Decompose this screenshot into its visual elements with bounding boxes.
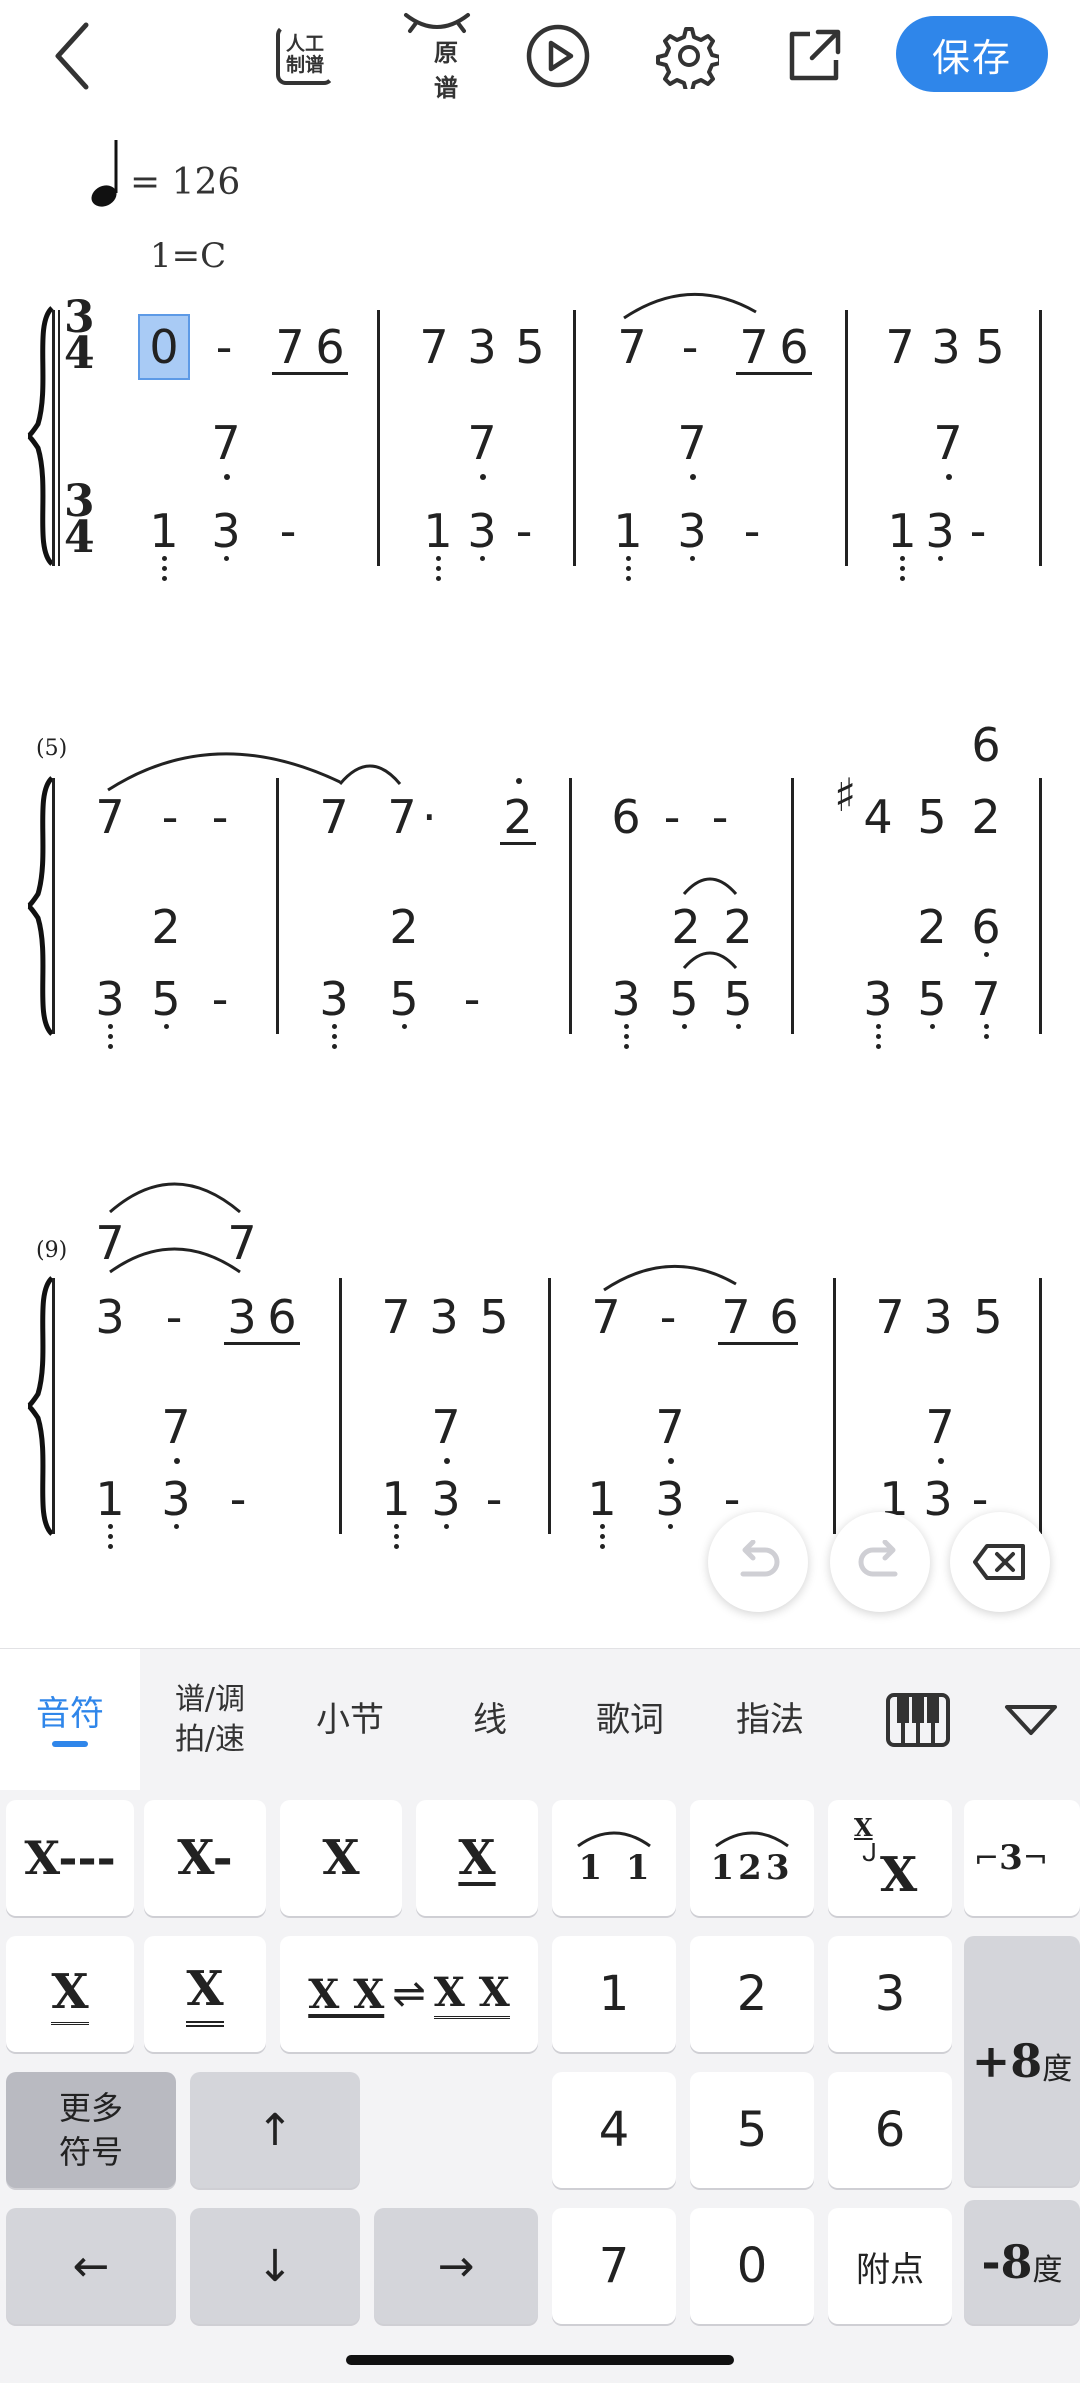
arrow-up-icon: ↑ (256, 2104, 294, 2156)
time-signature-bottom-staff: 34 (64, 476, 95, 563)
whole-note-key[interactable]: X--- (6, 1800, 134, 1916)
octave-up-key[interactable]: +8 度 (964, 1936, 1080, 2186)
original-score-button[interactable]: 原谱 (394, 13, 480, 102)
down-arrow-key[interactable]: ↓ (190, 2208, 360, 2324)
note-4-key[interactable]: 4 (552, 2072, 676, 2188)
note-6-key[interactable]: 6 (828, 2072, 952, 2188)
tab-score-key[interactable]: 谱/调 拍/速 (150, 1649, 270, 1791)
time-signature-top-staff: 34 (64, 292, 95, 379)
note-5-key[interactable]: 5 (690, 2072, 814, 2188)
home-indicator[interactable] (346, 2355, 734, 2365)
note-keyboard: X--- X- X X 1 1 123 X ᒍ X ⌐ 3 ¬ X X X X ⇌ … (0, 1790, 1080, 2383)
dot-key[interactable]: 附点 (828, 2208, 952, 2324)
redo-button[interactable] (830, 1512, 930, 1612)
triplet-key[interactable]: ⌐ 3 ¬ (964, 1800, 1080, 1916)
play-button[interactable] (520, 18, 596, 94)
more-symbols-key[interactable]: 更多 符号 (6, 2072, 176, 2188)
note-7-key[interactable]: 7 (552, 2208, 676, 2324)
tab-measure[interactable]: 小节 (290, 1649, 410, 1791)
back-button[interactable] (34, 18, 110, 94)
octave-down-key[interactable]: -8 度 (964, 2200, 1080, 2324)
up-arrow-key[interactable]: ↑ (190, 2072, 360, 2188)
eighth-note-key[interactable]: X (416, 1800, 538, 1916)
save-button[interactable]: 保存 (896, 16, 1048, 92)
half-note-key[interactable]: X- (144, 1800, 266, 1916)
key-signature: 1=C (150, 236, 227, 276)
swap-beam-key[interactable]: X X ⇌ X X (280, 1936, 538, 2052)
measure-number-5: (5) (36, 736, 68, 761)
tab-line[interactable]: 线 (430, 1649, 550, 1791)
delete-button[interactable] (950, 1512, 1050, 1612)
tab-fingering[interactable]: 指法 (710, 1649, 830, 1791)
category-tab-bar: 音符 谱/调 拍/速 小节 线 歌词 指法 (0, 1648, 1080, 1791)
thirtysecond-note-key[interactable]: X (144, 1936, 266, 2052)
score-area[interactable]: = 126 1=C 34 34 0 - 7 6 7 1 3 - 7 3 5 7 … (0, 110, 1080, 1590)
slur-key[interactable]: 123 (690, 1800, 814, 1916)
share-button[interactable] (776, 18, 852, 94)
sharp-symbol: ♯ (834, 768, 857, 822)
right-arrow-key[interactable]: → (374, 2208, 538, 2324)
measure-number-9: (9) (36, 1238, 68, 1263)
note-1-key[interactable]: 1 (552, 1936, 676, 2052)
backspace-icon (973, 1544, 1025, 1580)
piano-keyboard-button[interactable] (868, 1649, 968, 1791)
tab-notes-label: 音符 (36, 1694, 104, 1734)
grace-note-key[interactable]: X ᒍ X (828, 1800, 952, 1916)
triangle-down-icon (1005, 1705, 1057, 1735)
undo-button[interactable] (708, 1512, 808, 1612)
play-icon (526, 24, 590, 88)
sixteenth-note-key[interactable]: X (6, 1936, 134, 2052)
rest-0-key[interactable]: 0 (690, 2208, 814, 2324)
tab-notes[interactable]: 音符 (0, 1649, 140, 1791)
manual-score-label-2: 制谱 (285, 54, 324, 76)
original-score-label: 原谱 (434, 39, 458, 102)
arrow-left-icon: ← (72, 2240, 110, 2292)
manual-score-icon: 人工 制谱 (276, 25, 334, 85)
tab-lyrics[interactable]: 歌词 (570, 1649, 690, 1791)
note-2-key[interactable]: 2 (690, 1936, 814, 2052)
tie-key[interactable]: 1 1 (552, 1800, 676, 1916)
manual-score-button[interactable]: 人工 制谱 (270, 20, 340, 90)
chevron-left-icon (55, 22, 89, 90)
note-3-key[interactable]: 3 (828, 1936, 952, 2052)
share-icon (789, 29, 841, 81)
undo-icon (740, 1540, 780, 1577)
collapse-keyboard-button[interactable] (986, 1649, 1076, 1791)
quarter-note-icon (91, 140, 118, 207)
quarter-note-key[interactable]: X (280, 1800, 402, 1916)
left-arrow-key[interactable]: ← (6, 2208, 176, 2324)
redo-icon (858, 1540, 898, 1577)
settings-button[interactable] (648, 18, 724, 94)
piano-icon (886, 1693, 950, 1747)
tempo-text: = 126 (130, 162, 241, 203)
gear-icon (656, 27, 719, 89)
arrow-down-icon: ↓ (256, 2240, 294, 2292)
manual-score-label-1: 人工 (285, 33, 324, 55)
arrow-right-icon: → (437, 2240, 475, 2292)
